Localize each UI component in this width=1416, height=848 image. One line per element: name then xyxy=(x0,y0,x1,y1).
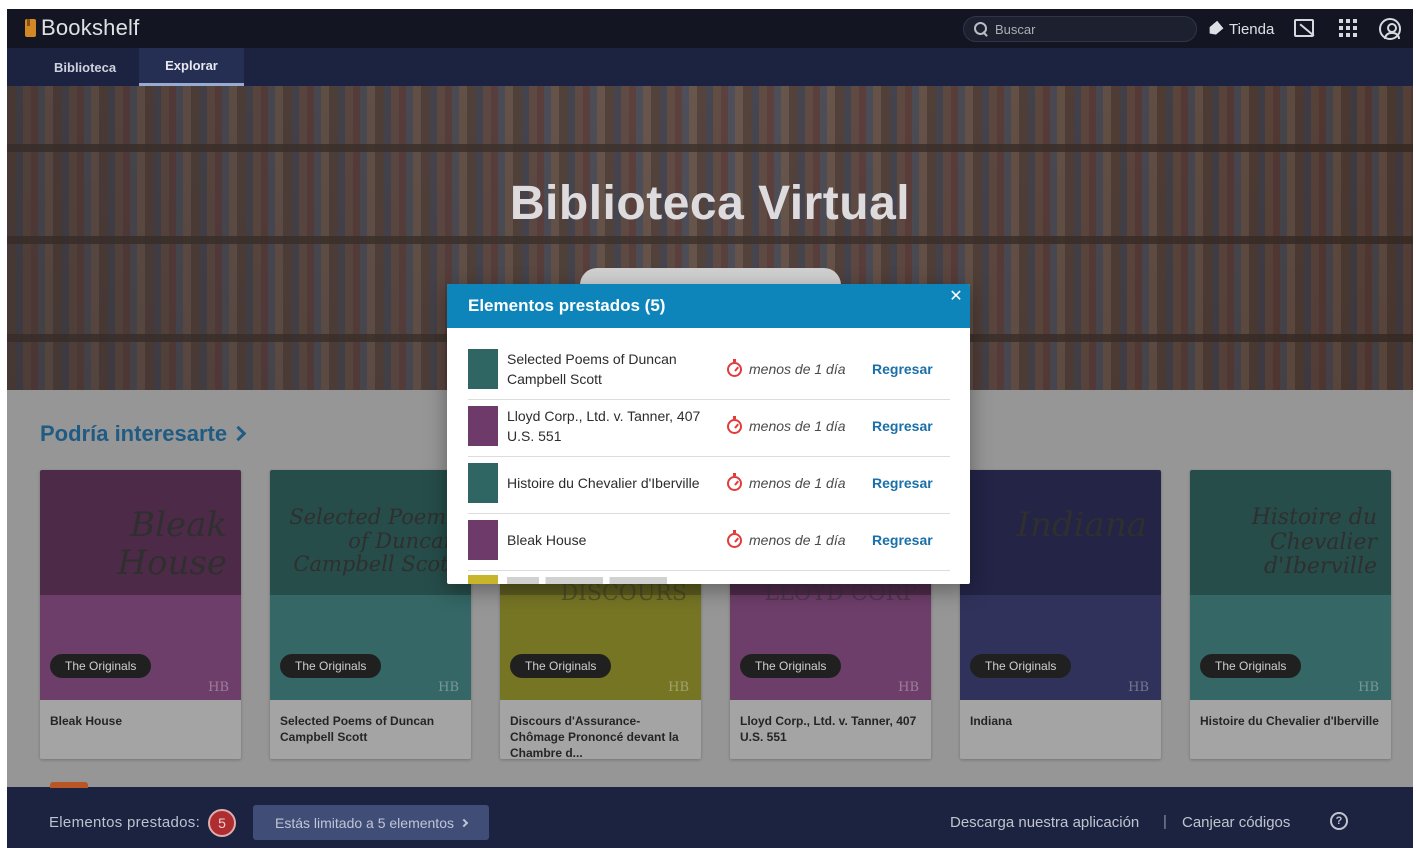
book-thumbnail-partial xyxy=(468,575,498,584)
return-button[interactable]: Regresar xyxy=(872,475,933,491)
list-item-partial xyxy=(507,577,667,584)
timer-icon xyxy=(727,416,742,434)
loan-time-left: menos de 1 día xyxy=(749,532,846,548)
timer-icon xyxy=(727,359,742,377)
dialog-title: Elementos prestados (5) xyxy=(468,296,666,315)
dialog-header: Elementos prestados (5) ✕ xyxy=(447,284,970,328)
borrowed-items-dialog: Elementos prestados (5) ✕ Selected Poems… xyxy=(447,284,970,584)
list-item: Lloyd Corp., Ltd. v. Tanner, 407 U.S. 55… xyxy=(468,400,950,457)
timer-icon xyxy=(727,530,742,548)
loan-time-left: menos de 1 día xyxy=(749,475,846,491)
book-thumbnail[interactable] xyxy=(468,520,498,560)
list-item: Bleak House menos de 1 día Regresar xyxy=(468,514,950,571)
loan-title: Lloyd Corp., Ltd. v. Tanner, 407 U.S. 55… xyxy=(507,408,701,444)
book-thumbnail[interactable] xyxy=(468,349,498,389)
loan-title: Bleak House xyxy=(507,532,587,548)
return-button[interactable]: Regresar xyxy=(872,361,933,377)
loan-title: Histoire du Chevalier d'Iberville xyxy=(507,475,700,491)
loan-time-left: menos de 1 día xyxy=(749,361,846,377)
book-thumbnail[interactable] xyxy=(468,406,498,446)
book-thumbnail[interactable] xyxy=(468,463,498,503)
list-item: Selected Poems of Duncan Campbell Scott … xyxy=(468,343,950,400)
list-item: Histoire du Chevalier d'Iberville menos … xyxy=(468,457,950,514)
return-button[interactable]: Regresar xyxy=(872,418,933,434)
app-window: Bookshelf Tienda Biblioteca Explorar Bib… xyxy=(7,9,1413,848)
borrowed-items-list: Selected Poems of Duncan Campbell Scott … xyxy=(468,343,950,571)
close-icon[interactable]: ✕ xyxy=(947,287,965,305)
timer-icon xyxy=(727,473,742,491)
loan-time-left: menos de 1 día xyxy=(749,418,846,434)
return-button[interactable]: Regresar xyxy=(872,532,933,548)
loan-title: Selected Poems of Duncan Campbell Scott xyxy=(507,351,677,387)
